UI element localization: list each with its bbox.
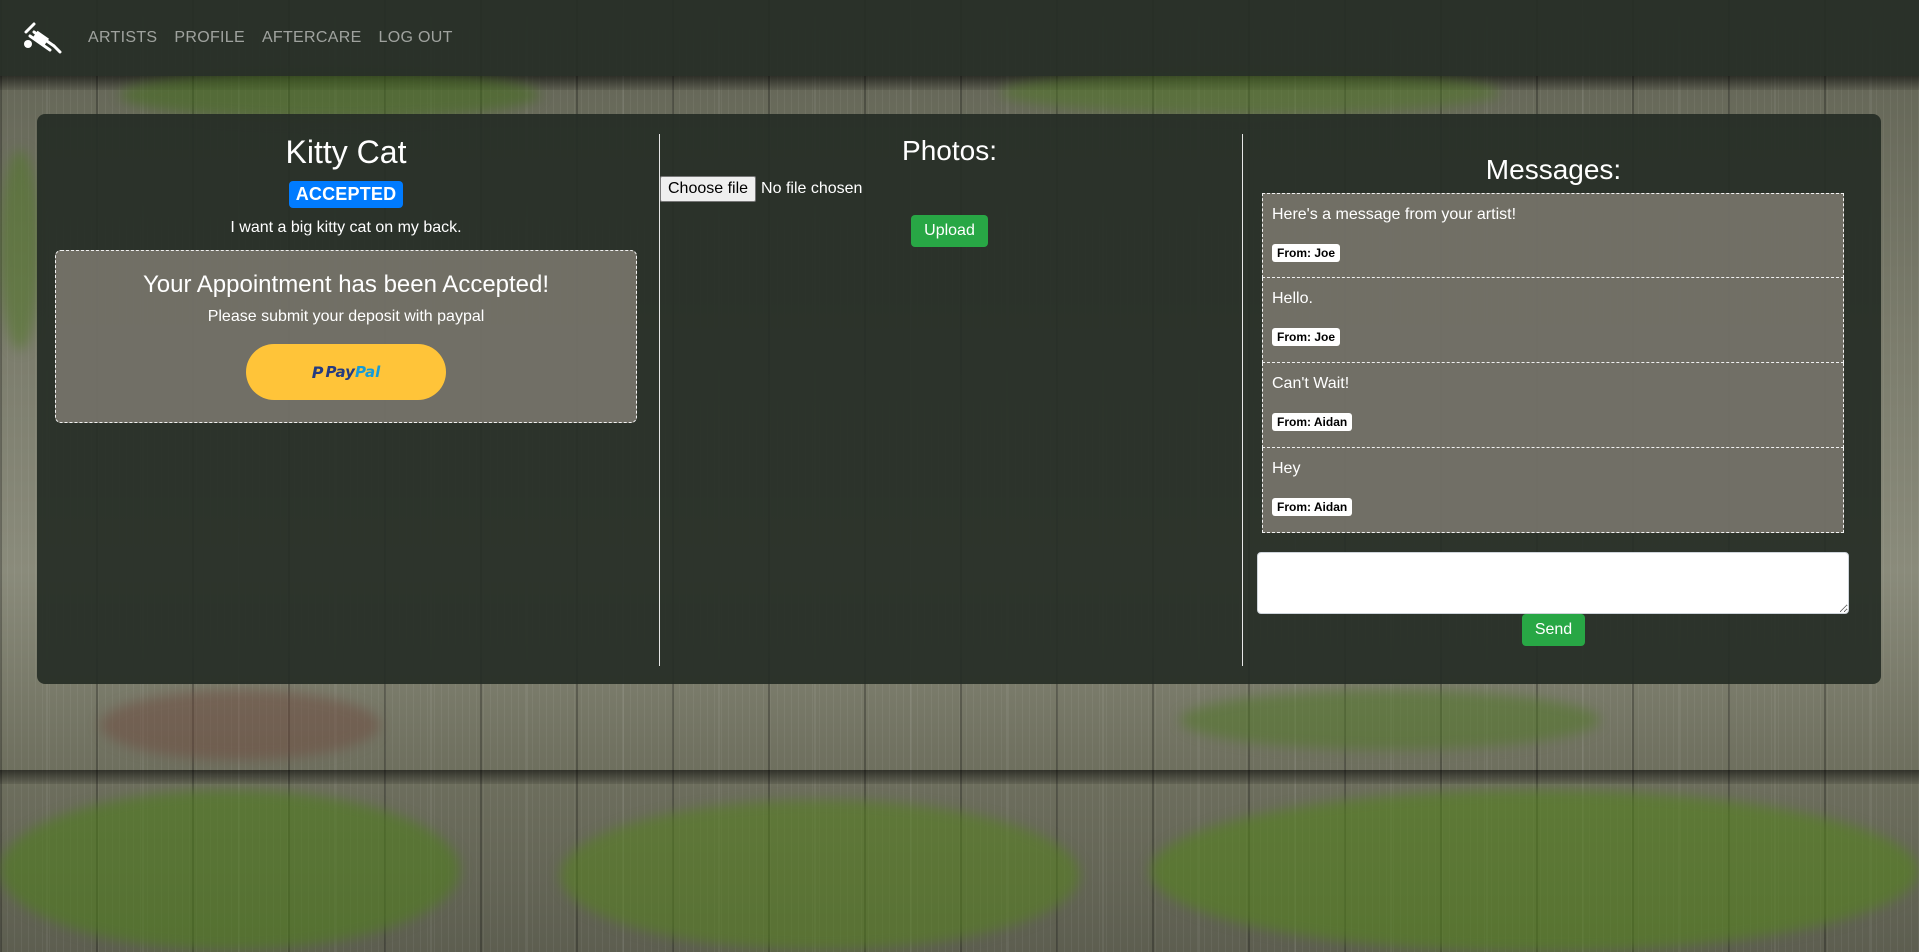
message-text: Can't Wait!: [1272, 375, 1350, 392]
nav-logout[interactable]: LOG OUT: [379, 29, 453, 47]
upload-wrap: Upload: [660, 215, 1239, 247]
file-status: No file chosen: [761, 180, 863, 197]
message-sender: From: Aidan: [1272, 413, 1353, 431]
upload-button[interactable]: Upload: [911, 215, 988, 247]
nav-artists[interactable]: ARTISTS: [88, 29, 157, 47]
messages-section: Messages: Here's a message from your art…: [1242, 134, 1864, 666]
appointment-details: Kitty Cat ACCEPTED I want a big kitty ca…: [55, 134, 637, 666]
moss-patch: [0, 150, 40, 350]
message-text: Hey: [1272, 460, 1301, 477]
moss-patch: [1000, 70, 1500, 115]
message-item: Hey From: Aidan: [1262, 448, 1844, 533]
deposit-notice-title: Your Appointment has been Accepted!: [142, 271, 550, 298]
nav-aftercare[interactable]: AFTERCARE: [262, 29, 362, 47]
file-input: Choose file No file chosen: [660, 176, 1239, 202]
message-sender: From: Aidan: [1272, 498, 1353, 516]
status-badge: ACCEPTED: [288, 181, 404, 208]
deposit-notice: Your Appointment has been Accepted! Plea…: [55, 250, 637, 423]
status-badge-wrap: ACCEPTED: [55, 181, 637, 208]
message-input[interactable]: [1257, 552, 1849, 614]
photos-title: Photos:: [902, 135, 997, 166]
appointment-description: I want a big kitty cat on my back.: [230, 219, 462, 236]
deposit-notice-subtitle: Please submit your deposit with paypal: [207, 308, 485, 325]
tattoo-machine-icon[interactable]: [20, 20, 62, 56]
message-item: Here's a message from your artist! From:…: [1262, 193, 1844, 278]
message-text: Hello.: [1272, 290, 1313, 307]
appointment-title: Kitty Cat: [285, 134, 407, 170]
message-item: Can't Wait! From: Aidan: [1262, 363, 1844, 448]
message-text: Here's a message from your artist!: [1272, 206, 1517, 223]
moss-patch: [120, 70, 540, 120]
message-sender: From: Joe: [1272, 244, 1341, 262]
send-wrap: Send: [1243, 614, 1864, 646]
appointment-panel: Kitty Cat ACCEPTED I want a big kitty ca…: [37, 114, 1881, 684]
photos-section: Photos: Choose file No file chosen Uploa…: [659, 134, 1239, 666]
moss-patch: [100, 690, 380, 760]
moss-patch: [1180, 690, 1600, 750]
message-item: Hello. From: Joe: [1262, 278, 1844, 363]
message-list: Here's a message from your artist! From:…: [1262, 193, 1844, 533]
send-button[interactable]: Send: [1521, 614, 1586, 646]
nav-profile[interactable]: PROFILE: [174, 29, 245, 47]
paypal-wordmark: PayPal: [325, 363, 381, 381]
paypal-icon: P: [311, 362, 324, 382]
moss-patch: [560, 800, 1080, 950]
moss-patch: [1150, 790, 1919, 952]
navbar: ARTISTS PROFILE AFTERCARE LOG OUT: [0, 0, 1919, 76]
choose-file-button[interactable]: Choose file: [660, 176, 757, 202]
message-sender: From: Joe: [1272, 328, 1341, 346]
moss-patch: [0, 790, 460, 950]
messages-title: Messages:: [1485, 154, 1622, 185]
plank-seam: [0, 770, 1919, 784]
paypal-button[interactable]: P PayPal: [246, 344, 446, 400]
